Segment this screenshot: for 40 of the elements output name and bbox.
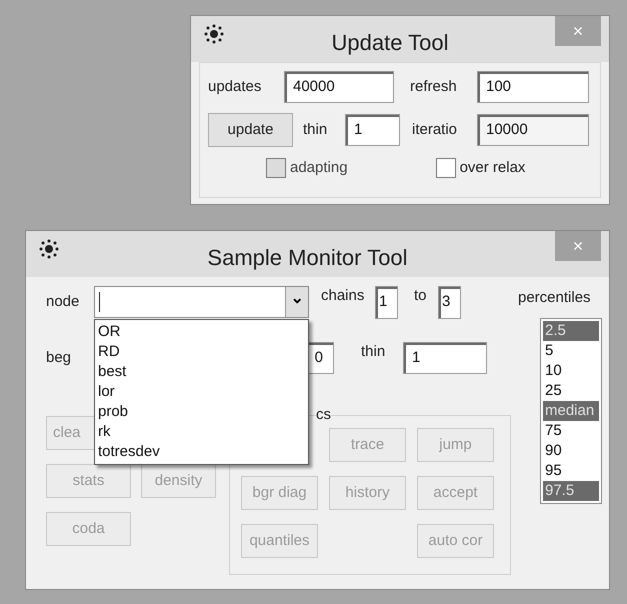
dropdown-option[interactable]: OR	[95, 322, 308, 342]
field-label: beg	[46, 348, 72, 368]
list-item[interactable]: 75	[543, 420, 599, 440]
field-label: node	[46, 292, 80, 312]
input-field[interactable]: 10000	[477, 114, 589, 146]
input-field[interactable]: 3	[438, 286, 461, 318]
list-item[interactable]: 25	[543, 380, 599, 400]
input-field[interactable]: 1	[403, 342, 487, 374]
input-field[interactable]: 1	[345, 114, 400, 146]
list-item[interactable]: 90	[543, 440, 599, 460]
window-title: Update Tool	[330, 29, 450, 57]
dropdown-option[interactable]: best	[95, 362, 308, 382]
list-item[interactable]: 10	[543, 360, 599, 380]
list-item[interactable]: 95	[543, 460, 599, 480]
dropdown-option[interactable]: lor	[95, 382, 308, 402]
field-label: refresh	[410, 76, 458, 97]
update-button[interactable]: update	[208, 113, 293, 147]
percentiles-list[interactable]: 2.5 5 10 25 median 75 90 95 97.5	[540, 318, 602, 504]
list-item[interactable]: 5	[543, 340, 599, 360]
list-item[interactable]: 97.5	[543, 480, 599, 500]
field-label: chains	[321, 286, 366, 306]
list-item[interactable]: 2.5	[543, 320, 599, 340]
checkbox-label: adapting	[290, 158, 348, 178]
field-label: updates	[208, 76, 262, 97]
checkbox-label: over relax	[460, 158, 526, 178]
input-field[interactable]: 40000	[284, 71, 394, 103]
sun-icon	[203, 24, 225, 44]
input-field[interactable]: 1	[375, 286, 398, 318]
field-label: percentiles	[518, 288, 592, 308]
node-combo-box[interactable]: ⌄	[94, 286, 309, 318]
field-label: thin	[303, 120, 328, 140]
input-field[interactable]: 100	[477, 71, 589, 103]
sun-icon	[38, 239, 60, 259]
window-title: Sample Monitor Tool	[206, 244, 409, 272]
field-label: to	[414, 286, 428, 306]
checkbox[interactable]	[436, 158, 456, 178]
dropdown-option[interactable]: RD	[95, 342, 308, 362]
field-label: iteratio	[412, 120, 458, 140]
list-item[interactable]: median	[543, 400, 599, 420]
field-label: thin	[361, 342, 386, 362]
